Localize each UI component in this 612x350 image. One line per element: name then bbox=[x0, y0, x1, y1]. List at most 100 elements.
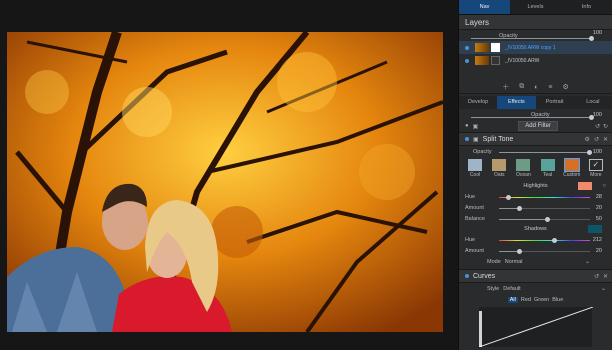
layer-item[interactable]: _IV10050.ARW bbox=[459, 54, 612, 67]
layer-thumbnail bbox=[475, 56, 489, 65]
filter-enabled-dot[interactable] bbox=[465, 274, 469, 278]
tab-local[interactable]: Local bbox=[574, 96, 612, 109]
effects-opacity-row[interactable]: Opacity 100 bbox=[459, 109, 612, 120]
layers-opacity-value: 100 bbox=[592, 30, 602, 36]
gear-icon[interactable]: ⚙ bbox=[585, 136, 590, 143]
layers-opacity-slider[interactable] bbox=[471, 36, 594, 41]
close-icon[interactable]: ✕ bbox=[603, 136, 608, 143]
split-opacity-label: Opacity bbox=[473, 148, 492, 155]
filter-icon: ▣ bbox=[473, 136, 479, 143]
highlights-header: Highlights ○ bbox=[523, 181, 606, 191]
chevron-down-icon[interactable]: ⌄ bbox=[585, 258, 590, 265]
mask-icon[interactable]: ◐ bbox=[534, 84, 538, 91]
channel-red[interactable]: Red bbox=[521, 297, 531, 303]
more-icon: ✓ bbox=[588, 159, 603, 171]
undo-icon[interactable]: ↺ bbox=[594, 136, 599, 143]
layer-name: _IV10050.ARW copy 1 bbox=[505, 44, 556, 51]
tab-portrait[interactable]: Portrait bbox=[536, 96, 574, 109]
stack-icon[interactable]: ≡ bbox=[548, 84, 552, 91]
highlights-color-swatch[interactable] bbox=[578, 182, 592, 190]
amount-slider[interactable] bbox=[499, 206, 590, 211]
image-canvas[interactable] bbox=[0, 0, 458, 350]
channel-blue[interactable]: Blue bbox=[552, 297, 563, 303]
tab-levels[interactable]: Levels bbox=[510, 0, 561, 14]
split-tone-header[interactable]: ▣ Split Tone ⚙ ↺ ✕ bbox=[459, 132, 612, 146]
slider-knob[interactable] bbox=[587, 150, 592, 155]
hue-slider[interactable] bbox=[499, 195, 590, 200]
right-panel: Nav Levels Info Layers Opacity 100 _IV10… bbox=[458, 0, 612, 350]
photo bbox=[7, 32, 443, 332]
add-layer-icon[interactable]: ＋ bbox=[502, 82, 509, 92]
camera-icon[interactable]: ▣ bbox=[473, 123, 479, 130]
shadows-header: Shadows bbox=[459, 224, 612, 234]
layer-mask bbox=[491, 56, 500, 65]
autumn-tree-scene bbox=[7, 32, 443, 332]
preset-list: Cool Oats Ocean Teal Custom ✓ More bbox=[459, 157, 612, 178]
reset-icon[interactable]: ↻ bbox=[603, 123, 608, 130]
filter-enabled-dot[interactable] bbox=[465, 137, 469, 141]
split-tone-title: Split Tone bbox=[482, 135, 514, 143]
tab-effects[interactable]: Effects bbox=[497, 96, 536, 109]
slider-knob[interactable] bbox=[517, 206, 523, 211]
layers-opacity-row[interactable]: Opacity 100 bbox=[459, 30, 612, 41]
shadow-hue-row[interactable]: Hue 212 bbox=[459, 234, 612, 245]
shadows-color-swatch[interactable] bbox=[588, 225, 602, 233]
slider-knob[interactable] bbox=[544, 217, 550, 222]
layer-tools: ＋ ⧉ ◐ ≡ ⚙ bbox=[459, 81, 612, 94]
effects-opacity-value: 100 bbox=[592, 111, 602, 118]
visibility-dot[interactable] bbox=[465, 58, 469, 63]
layer-thumbnail bbox=[475, 43, 489, 52]
channel-all[interactable]: All bbox=[507, 296, 518, 303]
balance-row[interactable]: Balance 50 bbox=[459, 213, 612, 224]
tab-nav[interactable]: Nav bbox=[459, 0, 510, 14]
curves-header[interactable]: Curves ↺ ✕ bbox=[459, 269, 612, 283]
curves-style-row[interactable]: Style Default ⌄ bbox=[459, 283, 612, 294]
add-filter-row: ● ▣ Add Filter ↺ ↻ bbox=[459, 120, 612, 132]
add-filter-button[interactable]: Add Filter bbox=[518, 121, 558, 131]
layer-item[interactable]: _IV10050.ARW copy 1 bbox=[459, 41, 612, 54]
tab-develop[interactable]: Develop bbox=[459, 96, 497, 109]
amount-row[interactable]: Amount 20 bbox=[459, 202, 612, 213]
eye-icon[interactable]: ● bbox=[465, 123, 469, 129]
eyedropper-icon[interactable]: ○ bbox=[602, 181, 606, 191]
tab-info[interactable]: Info bbox=[561, 0, 612, 14]
mode-select[interactable]: Normal bbox=[505, 259, 523, 265]
mode-row[interactable]: Mode Normal ⌄ bbox=[459, 256, 612, 267]
shadow-hue-slider[interactable] bbox=[499, 238, 590, 243]
undo-icon[interactable]: ↺ bbox=[595, 123, 600, 130]
shadow-amount-row[interactable]: Amount 20 bbox=[459, 245, 612, 256]
undo-icon[interactable]: ↺ bbox=[594, 273, 599, 280]
slider-knob[interactable] bbox=[551, 238, 557, 243]
balance-slider[interactable] bbox=[499, 217, 590, 222]
preset-custom[interactable]: Custom bbox=[562, 158, 582, 178]
visibility-dot[interactable] bbox=[465, 45, 469, 50]
preset-ocean[interactable]: Ocean bbox=[513, 159, 533, 178]
effects-opacity-slider[interactable] bbox=[471, 115, 594, 120]
top-tabs: Nav Levels Info bbox=[459, 0, 612, 15]
layer-name: _IV10050.ARW bbox=[505, 57, 540, 64]
channel-green[interactable]: Green bbox=[534, 297, 549, 303]
mode-tabs: Develop Effects Portrait Local bbox=[459, 96, 612, 109]
hue-row[interactable]: Hue 28 bbox=[459, 191, 612, 202]
curves-title: Curves bbox=[473, 272, 496, 280]
preset-cool[interactable]: Cool bbox=[465, 159, 485, 178]
settings-icon[interactable]: ⚙ bbox=[563, 83, 569, 91]
slider-knob[interactable] bbox=[517, 249, 523, 254]
close-icon[interactable]: ✕ bbox=[603, 273, 608, 280]
layer-mask bbox=[491, 43, 500, 52]
split-opacity-value: 100 bbox=[592, 148, 602, 155]
shadow-amount-slider[interactable] bbox=[499, 249, 590, 254]
preset-oats[interactable]: Oats bbox=[489, 159, 509, 178]
layers-title: Layers bbox=[459, 15, 612, 30]
slider-knob[interactable] bbox=[506, 195, 512, 200]
curves-style-select[interactable]: Default bbox=[503, 286, 520, 292]
curves-channels: All Red Green Blue bbox=[459, 294, 612, 305]
duplicate-icon[interactable]: ⧉ bbox=[519, 83, 524, 91]
preset-teal[interactable]: Teal bbox=[538, 159, 558, 178]
split-opacity-slider[interactable] bbox=[499, 150, 592, 155]
split-opacity-row[interactable]: Opacity 100 bbox=[459, 146, 612, 157]
preset-more[interactable]: ✓ More bbox=[586, 159, 606, 178]
curves-graph[interactable] bbox=[478, 306, 594, 348]
curve-line bbox=[478, 306, 594, 348]
chevron-down-icon[interactable]: ⌄ bbox=[601, 285, 606, 292]
